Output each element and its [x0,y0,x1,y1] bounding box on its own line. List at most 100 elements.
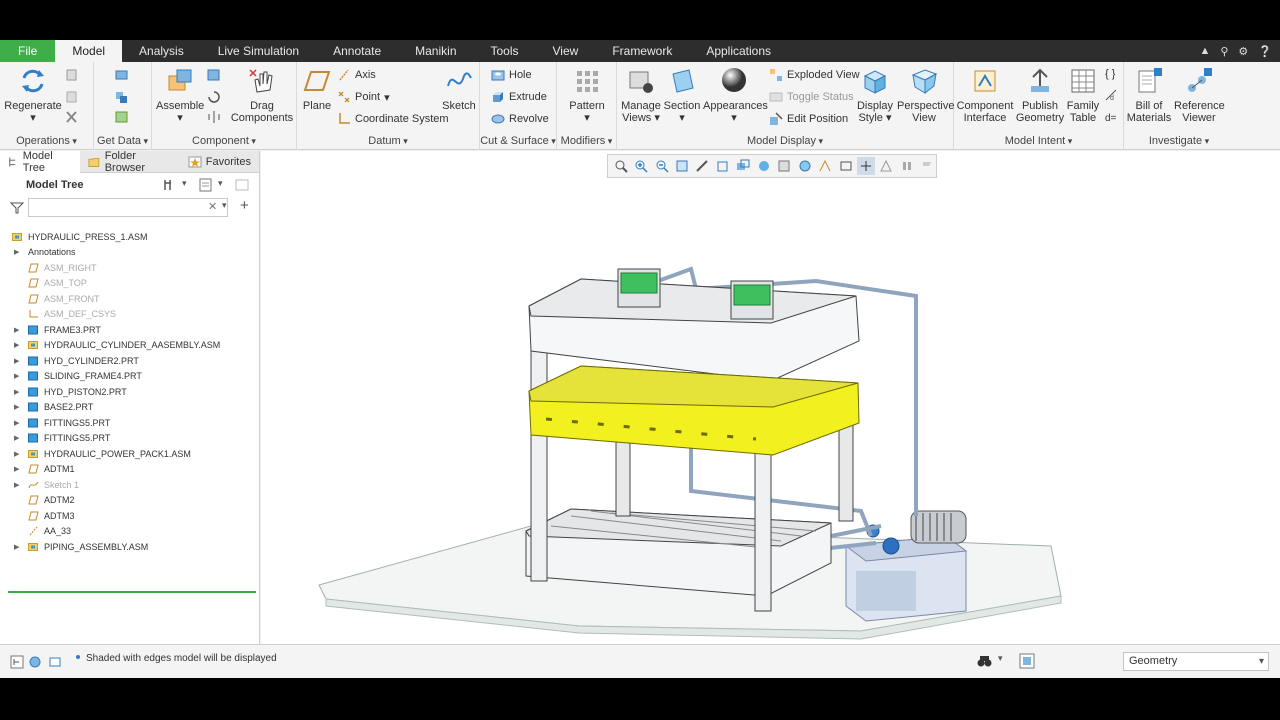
component-interface-button[interactable]: Component Interface [956,66,1014,124]
bill-of-materials-button[interactable]: Bill of Materials [1124,66,1174,124]
manage-views-button[interactable]: Manage Views ▾ [619,66,663,124]
get-data-group-label[interactable]: Get Data [94,135,151,147]
expand-arrow-icon[interactable]: ▶ [14,248,22,256]
model-display-group-label[interactable]: Model Display [617,135,953,147]
mirror-component-icon[interactable] [206,110,222,124]
assemble-button[interactable]: Assemble ▾ [156,66,204,124]
expand-arrow-icon[interactable]: ▶ [14,326,22,334]
show-dropdown-icon[interactable]: ▾ [218,178,223,189]
plane-button[interactable]: Plane [299,66,335,112]
tree-item[interactable]: ASM_FRONT [0,291,258,307]
tree-item[interactable]: AA_33 [0,524,258,540]
component-group-label[interactable]: Component [152,135,296,147]
tree-item[interactable]: ▶ Annotations [0,245,258,261]
tab-analysis[interactable]: Analysis [122,40,201,62]
copy-geometry-icon[interactable] [114,90,130,104]
hole-button[interactable]: Hole [491,68,532,82]
tab-live-simulation[interactable]: Live Simulation [201,40,316,62]
tab-folder-browser[interactable]: Folder Browser [80,150,180,174]
shrinkwrap-icon[interactable] [114,110,130,124]
coordinate-system-button[interactable]: Coordinate System [337,112,449,126]
drag-components-button[interactable]: Drag Components [230,66,294,124]
expand-arrow-icon[interactable]: ▶ [14,481,22,489]
tree-item[interactable]: ▶ FITTINGS5.PRT [0,431,258,447]
relations-icon[interactable]: { } [1104,66,1120,80]
filter-funnel-icon[interactable] [10,201,24,215]
operations-group-label[interactable]: Operations [0,135,93,147]
create-component-icon[interactable] [206,68,222,82]
tab-manikin[interactable]: Manikin [398,40,473,62]
tree-item[interactable]: ▶ PIPING_ASSEMBLY.ASM [0,539,258,555]
tab-favorites[interactable]: Favorites [180,151,259,173]
tree-item[interactable]: ASM_RIGHT [0,260,258,276]
copy-icon[interactable] [64,68,80,82]
expand-arrow-icon[interactable]: ▶ [14,419,22,427]
help-icon[interactable]: ❔ [1258,45,1272,58]
expand-arrow-icon[interactable]: ▶ [14,465,22,473]
point-button[interactable]: Point ▾ [337,90,390,104]
add-filter-icon[interactable]: + [240,197,249,214]
tree-item[interactable]: ▶ Sketch 1 [0,477,258,493]
tab-file[interactable]: File [0,40,56,62]
point-dropdown-icon[interactable]: ▾ [384,91,390,104]
exploded-view-button[interactable]: Exploded View [769,68,860,82]
hydraulic-press-model-view[interactable] [261,151,1280,644]
family-table-button[interactable]: Family Table [1064,66,1102,124]
delete-icon[interactable] [64,110,80,124]
tab-framework[interactable]: Framework [595,40,689,62]
filter-dropdown-icon[interactable]: ▾ [222,200,227,211]
tree-item[interactable]: HYDRAULIC_PRESS_1.ASM [0,229,258,245]
tree-item[interactable]: ▶ HYD_PISTON2.PRT [0,384,258,400]
tab-model-tree[interactable]: Model Tree [0,150,81,174]
find-dropdown-icon[interactable]: ▾ [998,653,1003,664]
tree-item[interactable]: ADTM2 [0,493,258,509]
expand-arrow-icon[interactable]: ▶ [14,388,22,396]
expand-arrow-icon[interactable]: ▶ [14,543,22,551]
tree-item[interactable]: ASM_DEF_CSYS [0,307,258,323]
datum-group-label[interactable]: Datum [297,135,479,147]
tree-item[interactable]: ▶ HYDRAULIC_CYLINDER_AASEMBLY.ASM [0,338,258,354]
expand-arrow-icon[interactable]: ▶ [14,341,22,349]
expand-arrow-icon[interactable]: ▶ [14,434,22,442]
graphics-window[interactable] [261,151,1280,644]
revolve-button[interactable]: Revolve [491,112,549,126]
expand-arrow-icon[interactable]: ▶ [14,357,22,365]
appearances-button[interactable]: Appearances ▾ [703,66,768,124]
tree-item[interactable]: ▶ HYDRAULIC_POWER_PACK1.ASM [0,446,258,462]
browser-icon[interactable] [28,655,42,669]
tab-annotate[interactable]: Annotate [316,40,398,62]
tree-settings-icon[interactable] [162,178,178,192]
paste-icon[interactable] [64,90,80,104]
show-menu-icon[interactable] [198,178,214,192]
expand-arrow-icon[interactable]: ▶ [14,450,22,458]
tree-item[interactable]: ▶ FRAME3.PRT [0,322,258,338]
tree-item[interactable]: ADTM3 [0,508,258,524]
section-button[interactable]: Section ▾ [661,66,703,124]
tree-item[interactable]: ▶ BASE2.PRT [0,400,258,416]
tree-settings-dropdown-icon[interactable]: ▾ [182,178,187,189]
user-defined-feature-icon[interactable] [114,68,130,82]
selection-filter-select[interactable]: Geometry [1123,652,1269,671]
full-screen-icon[interactable] [48,655,62,669]
search-icon[interactable]: ⚲ [1220,45,1228,58]
expand-arrow-icon[interactable]: ▶ [14,403,22,411]
tree-columns-icon[interactable] [234,178,250,192]
find-binoculars-icon[interactable] [976,653,994,669]
tree-item[interactable]: ▶ FITTINGS5.PRT [0,415,258,431]
tab-view[interactable]: View [536,40,596,62]
regenerate-button[interactable]: Regenerate ▾ [4,66,62,124]
display-style-button[interactable]: Display Style ▾ [855,66,895,124]
perspective-view-button[interactable]: Perspective View [897,66,954,124]
tab-applications[interactable]: Applications [689,40,788,62]
tree-item[interactable]: ▶ SLIDING_FRAME4.PRT [0,369,258,385]
expand-arrow-icon[interactable]: ▶ [14,372,22,380]
investigate-group-label[interactable]: Investigate [1124,135,1234,147]
tab-model[interactable]: Model [55,40,123,62]
toggle-status-button[interactable]: Toggle Status [769,90,854,104]
pattern-button[interactable]: Pattern ▾ [563,66,611,124]
publish-geometry-button[interactable]: Publish Geometry [1014,66,1066,124]
cut-surface-group-label[interactable]: Cut & Surface [480,135,556,147]
reference-viewer-button[interactable]: Reference Viewer [1174,66,1225,124]
tree-search-input[interactable] [28,198,228,217]
modifiers-group-label[interactable]: Modifiers [557,135,616,147]
